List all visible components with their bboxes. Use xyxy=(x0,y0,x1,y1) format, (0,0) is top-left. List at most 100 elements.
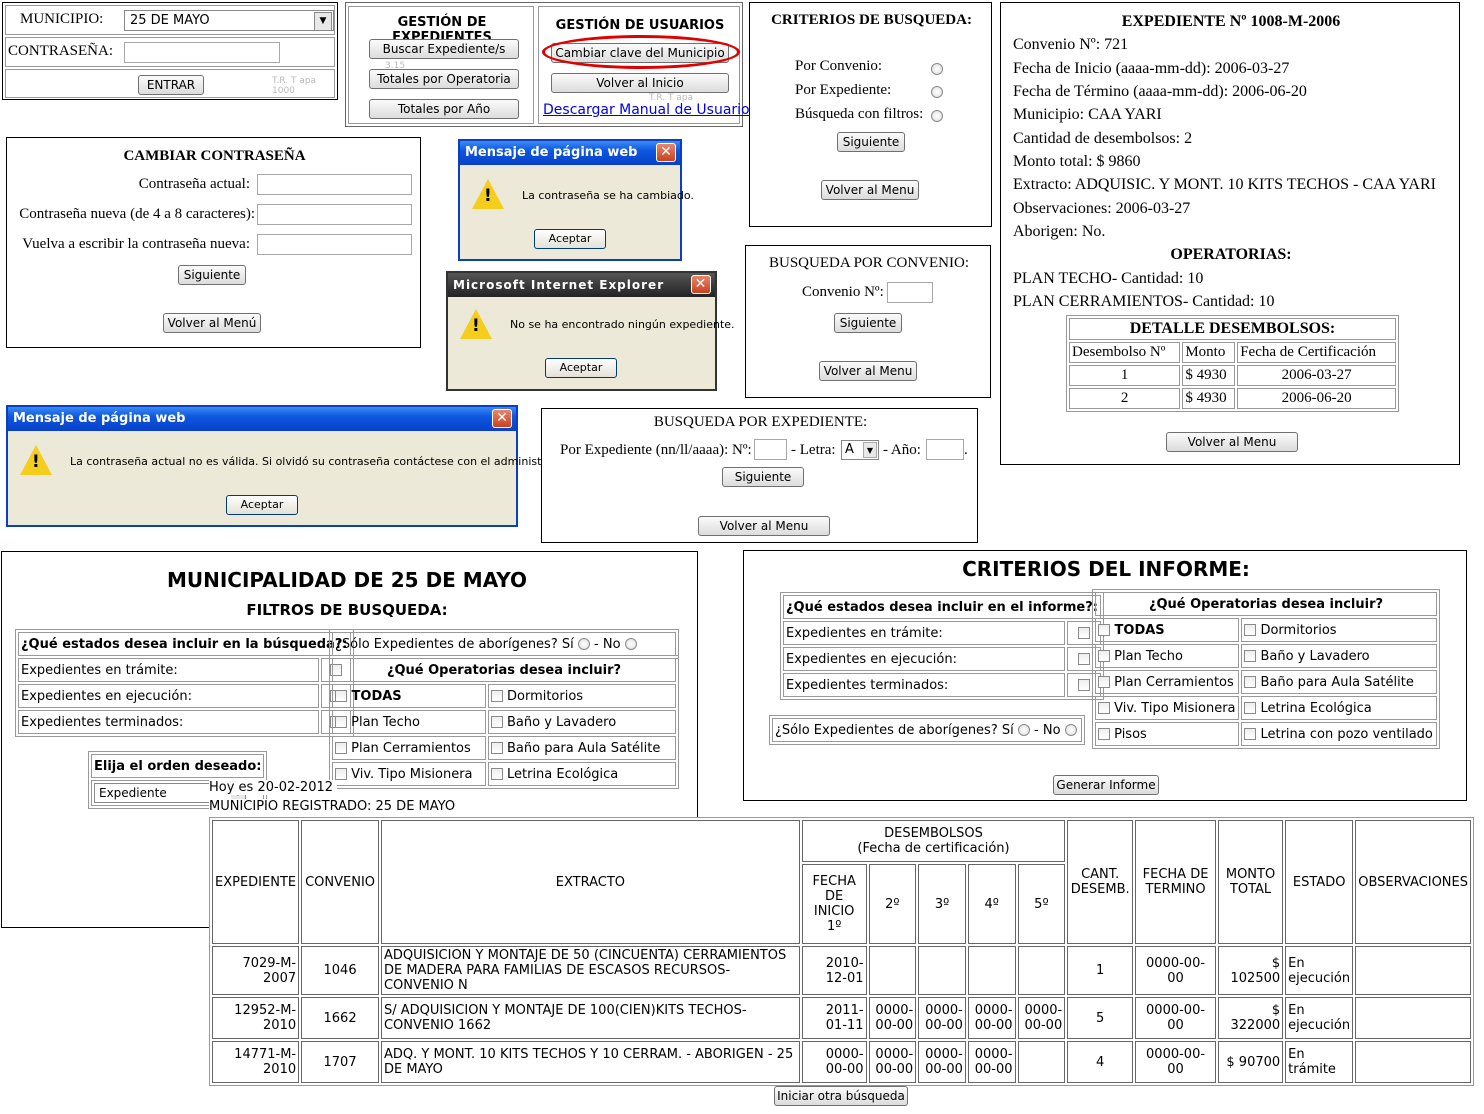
cambiar-next-button[interactable]: Siguiente xyxy=(178,265,246,285)
operatoria-line-cerramientos: PLAN CERRAMIENTOS- Cantidad: 10 xyxy=(1013,293,1275,310)
dialog-ok-button[interactable]: Aceptar xyxy=(226,495,298,515)
dialog-title: Mensaje de página web xyxy=(13,411,186,426)
operatoria-checkbox[interactable] xyxy=(490,690,503,702)
option-filtros-radio[interactable] xyxy=(931,110,943,122)
estados-header: ¿Qué estados desea incluir en la búsqued… xyxy=(18,632,351,656)
chevron-down-icon[interactable]: ▼ xyxy=(314,12,332,31)
aborigen-si-radio[interactable] xyxy=(577,638,590,650)
criterios-next-button[interactable]: Siguiente xyxy=(837,132,905,152)
aborigen-si-radio[interactable] xyxy=(1017,724,1030,736)
header-expediente: EXPEDIENTE xyxy=(212,820,300,944)
list-item: TODAS Dormitorios xyxy=(332,684,676,708)
dialog-invalid-password: Mensaje de página web ✕ ! La contraseña … xyxy=(6,405,573,527)
close-icon[interactable]: ✕ xyxy=(492,409,512,428)
cell-monto: $ 4930 xyxy=(1182,388,1236,409)
cell-extracto: S/ ADQUISICION Y MONTAJE DE 100(CIEN)KIT… xyxy=(380,997,800,1039)
convenio-input[interactable] xyxy=(887,282,933,303)
cell-extracto: ADQ. Y MONT. 10 KITS TECHOS Y 10 CERRAM.… xyxy=(380,1041,800,1083)
operatoria-checkbox[interactable] xyxy=(1244,728,1257,740)
operatoria-checkbox[interactable] xyxy=(1244,624,1257,636)
operatoria-label: Viv. Tipo Misionera xyxy=(351,766,473,782)
new-search-button[interactable]: Iniciar otra búsqueda xyxy=(774,1086,908,1106)
new-password-input[interactable] xyxy=(257,204,412,225)
operatorias-title: OPERATORIAS: xyxy=(1170,246,1292,263)
list-item: Pisos Letrina con pozo ventilado xyxy=(1095,722,1437,746)
expediente-numero-input[interactable] xyxy=(754,439,787,460)
list-item: TODAS Dormitorios xyxy=(1095,618,1437,642)
operatorias-header: ¿Qué Operatorias desea incluir? xyxy=(332,658,676,682)
option-convenio-radio[interactable] xyxy=(931,63,943,75)
list-item: Viv. Tipo Misionera Letrina Ecológica xyxy=(332,762,676,786)
expediente-menu-button[interactable]: Volver al Menu xyxy=(698,516,830,536)
criterios-menu-button[interactable]: Volver al Menu xyxy=(821,180,919,200)
estado-label: Expedientes en trámite: xyxy=(18,658,319,682)
cell-termino: 0000-00-00 xyxy=(1135,1041,1216,1083)
expediente-next-button[interactable]: Siguiente xyxy=(722,467,804,487)
chevron-down-icon[interactable]: ▼ xyxy=(863,442,877,458)
operatoria-checkbox[interactable] xyxy=(1098,676,1110,688)
password-input[interactable] xyxy=(124,42,280,63)
dialog-ok-button[interactable]: Aceptar xyxy=(534,229,606,249)
estado-checkbox[interactable] xyxy=(1077,627,1090,639)
estado-checkbox[interactable] xyxy=(1077,679,1090,691)
list-item: Expedientes en ejecución: xyxy=(783,647,1101,671)
buscar-expedientes-button[interactable]: Buscar Expediente/s xyxy=(369,39,519,59)
generate-report-button[interactable]: Generar Informe xyxy=(1053,775,1159,795)
header-monto: Monto xyxy=(1182,342,1236,363)
cell-monto: $ 90700 xyxy=(1217,1041,1284,1083)
list-item: Expedientes en trámite: xyxy=(18,658,351,682)
dialog-title-bar: Mensaje de página web ✕ xyxy=(460,141,680,165)
aborigen-no-radio[interactable] xyxy=(1064,724,1077,736)
gestion-usuarios-title: GESTIÓN DE USUARIOS xyxy=(555,18,725,33)
table-row: 1 $ 4930 2006-03-27 xyxy=(1069,365,1396,386)
dialog-ok-button[interactable]: Aceptar xyxy=(545,358,617,378)
current-password-input[interactable] xyxy=(257,174,412,195)
operatoria-checkbox[interactable] xyxy=(1244,676,1257,688)
convenio-menu-button[interactable]: Volver al Menu xyxy=(819,361,917,381)
operatoria-checkbox[interactable] xyxy=(490,716,503,728)
header-d4: 4º xyxy=(967,864,1016,944)
repeat-password-input[interactable] xyxy=(257,234,412,255)
option-expediente-radio[interactable] xyxy=(931,86,943,98)
aborigen-label: ¿Sólo Expedientes de aborígenes? Sí xyxy=(775,722,1014,738)
cell-cant: 5 xyxy=(1067,997,1134,1039)
operatoria-checkbox[interactable] xyxy=(490,768,503,780)
cell-d1: 2011-01-11 xyxy=(801,997,867,1039)
municipio-label: MUNICIPIO: xyxy=(20,11,104,27)
letra-select[interactable]: A ▼ xyxy=(841,440,879,460)
operatoria-checkbox[interactable] xyxy=(335,768,347,780)
municipio-select[interactable]: 25 DE MAYO ▼ xyxy=(124,10,334,31)
totales-anio-button[interactable]: Totales por Año xyxy=(369,99,519,119)
manual-link[interactable]: Descargar Manual de Usuario xyxy=(543,102,750,118)
operatoria-checkbox[interactable] xyxy=(1244,702,1257,714)
close-icon[interactable]: ✕ xyxy=(656,143,676,162)
login-row-municipio: MUNICIPIO: 25 DE MAYO ▼ xyxy=(5,5,335,35)
detail-menu-button[interactable]: Volver al Menu xyxy=(1166,432,1298,452)
operatoria-checkbox[interactable] xyxy=(1098,624,1110,636)
aborigen-no-radio[interactable] xyxy=(624,638,637,650)
home-button[interactable]: Volver al Inicio xyxy=(551,73,729,93)
convenio-next-button[interactable]: Siguiente xyxy=(834,313,902,333)
operatoria-checkbox[interactable] xyxy=(490,742,503,754)
close-icon[interactable]: ✕ xyxy=(691,275,711,294)
totales-operatoria-button[interactable]: Totales por Operatoria xyxy=(369,69,519,89)
anio-input[interactable] xyxy=(926,439,964,460)
operatoria-checkbox[interactable] xyxy=(1244,650,1257,662)
estado-checkbox[interactable] xyxy=(1077,653,1090,665)
dialog-title: Mensaje de página web xyxy=(465,145,638,160)
detail-line-aborigen: Aborigen: No. xyxy=(1013,223,1106,240)
dialog-message: La contraseña actual no es válida. Si ol… xyxy=(70,455,574,468)
informe-estados-table: ¿Qué estados desea incluir en el informe… xyxy=(780,592,1104,700)
operatoria-checkbox[interactable] xyxy=(1098,702,1110,714)
cell-convenio: 1707 xyxy=(301,1041,379,1083)
dialog-message: No se ha encontrado ningún expediente. xyxy=(510,318,735,331)
operatoria-checkbox[interactable] xyxy=(1098,728,1110,740)
cell-d2 xyxy=(868,946,917,995)
enter-button[interactable]: ENTRAR xyxy=(138,75,204,95)
new-password-label: Contraseña nueva (de 4 a 8 caracteres): xyxy=(19,206,255,222)
operatoria-checkbox[interactable] xyxy=(335,742,347,754)
operatoria-checkbox[interactable] xyxy=(335,716,347,728)
operatoria-checkbox[interactable] xyxy=(1098,650,1110,662)
cambiar-menu-button[interactable]: Volver al Menú xyxy=(163,313,261,333)
operatoria-checkbox[interactable] xyxy=(335,690,347,702)
